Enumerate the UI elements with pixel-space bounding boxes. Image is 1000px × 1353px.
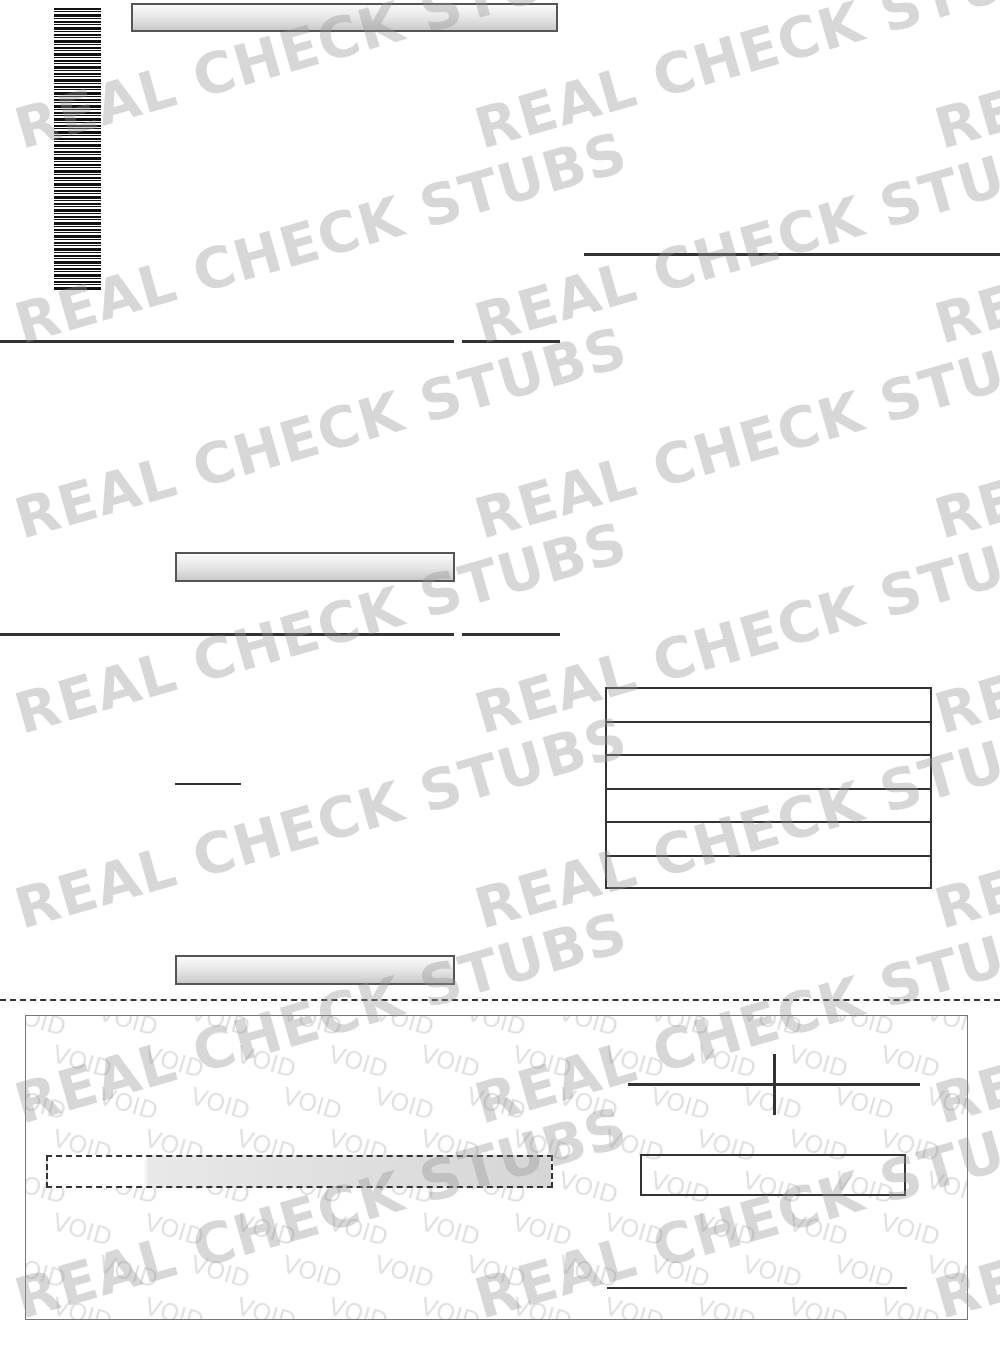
void-text: VOID [877, 1040, 944, 1084]
void-text: VOID [831, 1082, 898, 1126]
pay-summary-box [605, 687, 932, 889]
watermark-text: REAL CHECK STUBS [928, 315, 1000, 553]
void-text: VOID [555, 1016, 622, 1042]
void-text: VOID [509, 1208, 576, 1252]
void-text: VOID [417, 1292, 484, 1319]
void-text: VOID [693, 1040, 760, 1084]
deductions-ytd-rule [462, 633, 560, 636]
void-text: VOID [693, 1292, 760, 1319]
void-text: VOID [49, 1292, 116, 1319]
void-text: VOID [601, 1292, 668, 1319]
watermark-text: REAL CHECK STUBS [928, 0, 1000, 163]
void-text: VOID [923, 1250, 967, 1294]
gross-pay-total-bar [175, 552, 455, 582]
void-text: VOID [233, 1040, 300, 1084]
void-text: VOID [693, 1208, 760, 1252]
void-text: VOID [877, 1208, 944, 1252]
void-text: VOID [923, 1166, 967, 1210]
subtotal-underline [175, 783, 241, 785]
void-text: VOID [509, 1292, 576, 1319]
void-text: VOID [325, 1040, 392, 1084]
date-divider [773, 1054, 776, 1115]
watermark-text: REAL CHECK STUBS [928, 705, 1000, 943]
void-text: VOID [785, 1208, 852, 1252]
void-text: VOID [601, 1040, 668, 1084]
void-text: VOID [371, 1082, 438, 1126]
earnings-header-rule [0, 340, 454, 343]
void-text: VOID [371, 1250, 438, 1294]
void-text: VOID [463, 1016, 530, 1042]
company-header-bar [131, 3, 558, 32]
void-text: VOID [647, 1082, 714, 1126]
watermark-text: REAL CHECK STUBS [468, 315, 1000, 553]
void-text: VOID [26, 1082, 70, 1126]
summary-row-divider [607, 821, 930, 823]
void-text: VOID [95, 1082, 162, 1126]
void-text: VOID [325, 1292, 392, 1319]
void-text: VOID [233, 1208, 300, 1252]
void-text: VOID [923, 1082, 967, 1126]
void-text: VOID [279, 1016, 346, 1042]
void-text: VOID [417, 1040, 484, 1084]
summary-row-divider [607, 788, 930, 790]
void-text: VOID [463, 1250, 530, 1294]
void-text: VOID [785, 1040, 852, 1084]
void-text: VOID [555, 1166, 622, 1210]
earnings-ytd-rule [462, 340, 560, 343]
void-text: VOID [417, 1208, 484, 1252]
void-text: VOID [509, 1040, 576, 1084]
summary-row-divider [607, 855, 930, 857]
void-text: VOID [371, 1016, 438, 1042]
void-text: VOID [877, 1292, 944, 1319]
void-text: VOID [923, 1016, 967, 1042]
void-text: VOID [26, 1016, 70, 1042]
void-text: VOID [279, 1082, 346, 1126]
void-text: VOID [95, 1016, 162, 1042]
watermark-text: REAL CHECK STUBS [8, 705, 635, 943]
perforation-line [0, 999, 1000, 1001]
employee-info-rule [584, 253, 1000, 256]
signature-line [607, 1287, 907, 1289]
watermark-text: REAL CHECK STUBS [928, 120, 1000, 358]
void-text: VOID [49, 1208, 116, 1252]
summary-row-divider [607, 721, 930, 723]
void-text: VOID [463, 1082, 530, 1126]
void-text: VOID [325, 1208, 392, 1252]
void-text: VOID [141, 1208, 208, 1252]
void-text: VOID [187, 1250, 254, 1294]
watermark-text: REAL CHECK STUBS [8, 120, 635, 358]
barcode-icon [54, 8, 101, 290]
summary-row-divider [607, 754, 930, 756]
watermark-text: REAL CHECK STUBS [928, 510, 1000, 748]
watermark-text: REAL CHECK STUBS [8, 315, 635, 553]
net-pay-total-bar [175, 955, 455, 985]
void-text: VOID [141, 1040, 208, 1084]
amount-in-words-box [46, 1155, 553, 1188]
amount-box [640, 1154, 906, 1196]
void-text: VOID [26, 1250, 70, 1294]
void-text: VOID [647, 1016, 714, 1042]
void-text: VOID [49, 1040, 116, 1084]
void-text: VOID [141, 1292, 208, 1319]
void-text: VOID [279, 1250, 346, 1294]
void-text: VOID [831, 1016, 898, 1042]
void-text: VOID [187, 1016, 254, 1042]
void-text: VOID [785, 1292, 852, 1319]
void-text: VOID [555, 1082, 622, 1126]
void-text: VOID [739, 1016, 806, 1042]
void-text: VOID [233, 1292, 300, 1319]
watermark-text: REAL CHECK STUBS [468, 120, 1000, 358]
watermark-text: REAL CHECK STUBS [8, 510, 635, 748]
void-text: VOID [187, 1082, 254, 1126]
void-text: VOID [601, 1208, 668, 1252]
deductions-header-rule [0, 633, 454, 636]
void-text: VOID [95, 1250, 162, 1294]
